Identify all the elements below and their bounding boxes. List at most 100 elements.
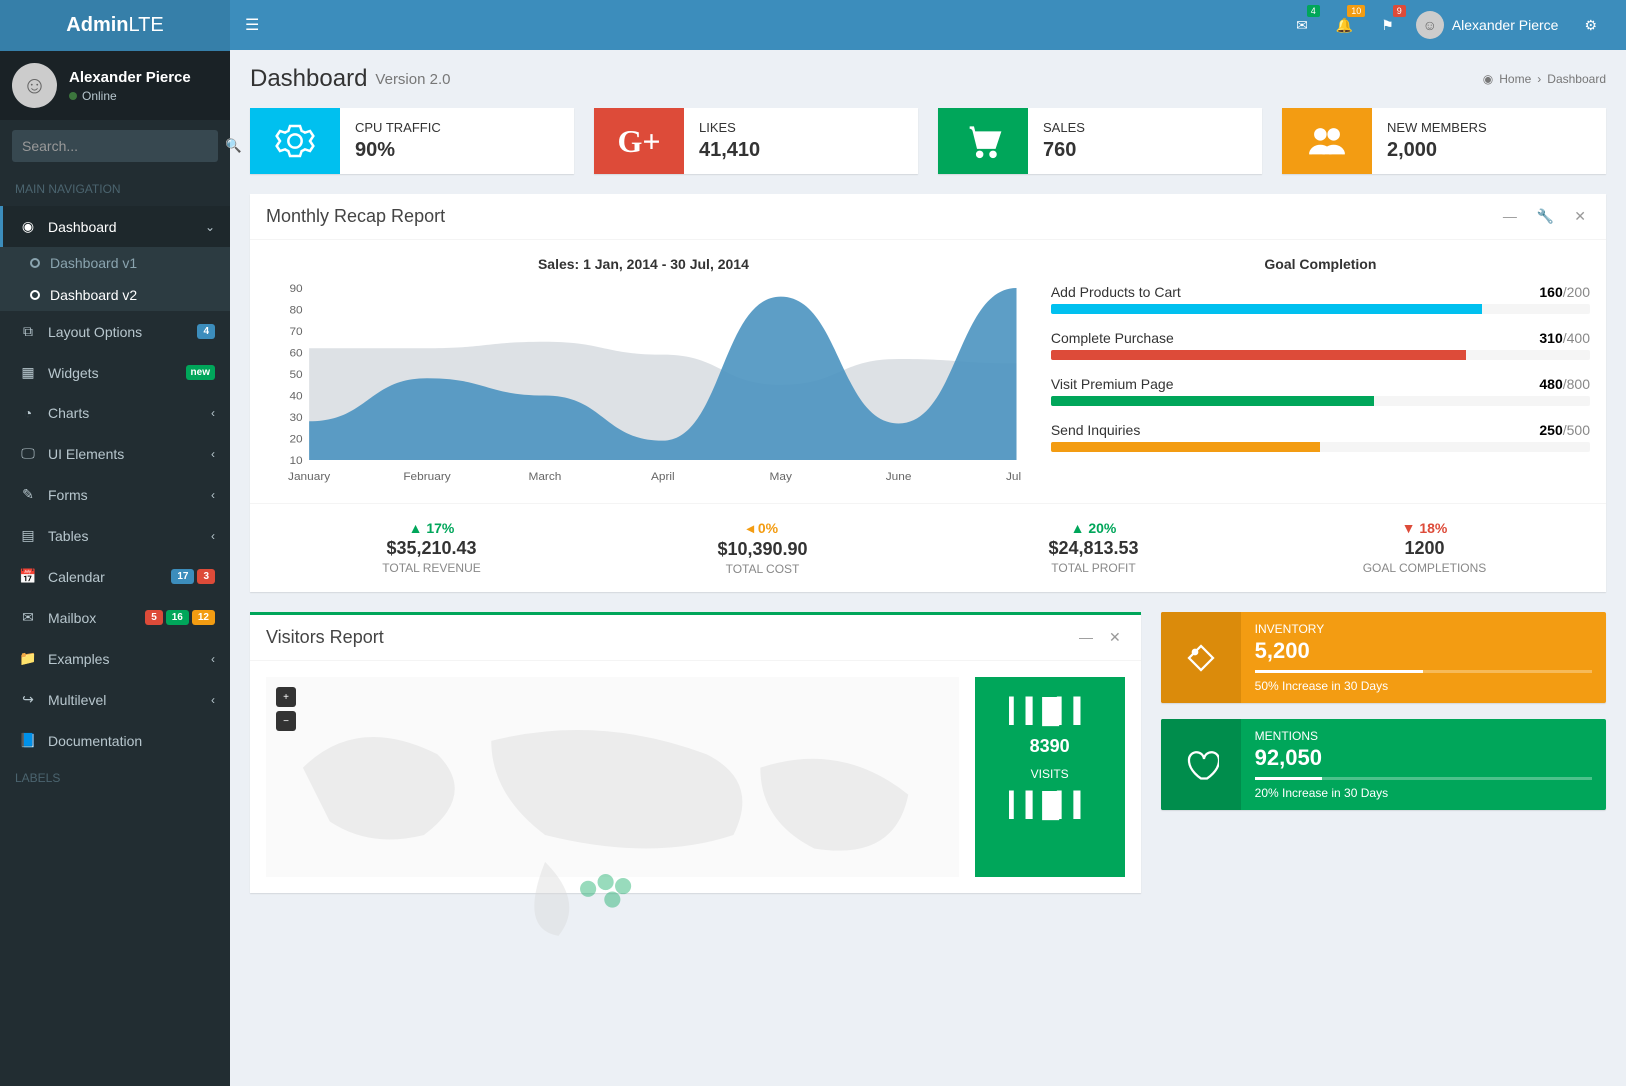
users-icon [1282, 108, 1372, 174]
small-box-icon [1161, 719, 1241, 810]
goal-value: 160 [1539, 284, 1562, 300]
page-title: Dashboard [250, 65, 367, 93]
control-sidebar-button[interactable]: ⚙ [1578, 11, 1603, 40]
sidebar-item-layout[interactable]: ⧉ Layout Options 4 [0, 311, 230, 352]
svg-text:10: 10 [289, 455, 302, 467]
goal-label: Visit Premium Page [1051, 376, 1174, 392]
brand-logo[interactable]: AdminLTE [0, 0, 230, 51]
files-icon: ⧉ [18, 323, 38, 340]
sidebar-sub-dashboard-v1[interactable]: Dashboard v1 [0, 247, 230, 279]
svg-text:90: 90 [289, 284, 302, 295]
chevron-left-icon: ‹ [211, 529, 215, 543]
goals-title: Goal Completion [1051, 256, 1590, 272]
badge: 16 [166, 610, 189, 625]
remove-button[interactable]: ✕ [1105, 627, 1125, 648]
visits-label: VISITS [1031, 767, 1069, 781]
folder-icon: 📁 [18, 650, 38, 667]
chevron-left-icon: ‹ [211, 652, 215, 666]
small-box-title: MENTIONS [1255, 729, 1592, 743]
goal-item: Add Products to Cart 160/200 [1051, 284, 1590, 314]
sidebar-item-label: Layout Options [48, 324, 197, 340]
sidebar-item-dashboard[interactable]: ◉ Dashboard ⌄ [0, 206, 230, 247]
goal-label: Add Products to Cart [1051, 284, 1181, 300]
map-stats: ▎▍█▎▍ 8390 VISITS ▎▍█▎▍ [975, 677, 1125, 877]
sidebar-item-charts[interactable]: ◔ Charts ‹ [0, 393, 230, 433]
pie-chart-icon: ◔ [18, 405, 38, 421]
sidebar-item-label: Calendar [48, 569, 171, 585]
goal-value: 310 [1539, 330, 1562, 346]
circle-icon [30, 258, 40, 268]
topbar-user-name[interactable]: Alexander Pierce [1452, 17, 1559, 33]
stat-value: 41,410 [699, 139, 760, 162]
world-map[interactable]: + − [266, 677, 959, 877]
visits-value: 8390 [1030, 736, 1070, 757]
sidebar-item-label: Forms [48, 487, 211, 503]
sidebar-item-label: Widgets [48, 365, 186, 381]
stat-likes: G+ LIKES 41,410 [594, 108, 918, 174]
svg-text:March: March [528, 471, 561, 483]
sidebar-item-tables[interactable]: ▤ Tables ‹ [0, 515, 230, 556]
sidebar-item-documentation[interactable]: 📘 Documentation [0, 720, 230, 761]
sidebar-item-label: Examples [48, 651, 211, 667]
progress-bar [1255, 670, 1592, 673]
badge: 4 [1307, 5, 1320, 17]
stat-cpu: CPU TRAFFIC90% [250, 108, 574, 174]
collapse-button[interactable]: — [1075, 627, 1097, 648]
avatar[interactable]: ☺ [12, 63, 57, 108]
page-subtitle: Version 2.0 [375, 71, 450, 88]
settings-button[interactable]: 🔧 [1529, 206, 1562, 227]
dashboard-icon: ◉ [18, 218, 38, 235]
svg-text:70: 70 [289, 326, 302, 338]
breadcrumb-home[interactable]: Home [1499, 72, 1531, 86]
svg-text:20: 20 [289, 434, 302, 446]
sidebar-item-forms[interactable]: ✎ Forms ‹ [0, 474, 230, 515]
map-svg [276, 687, 949, 956]
nav-header-main: MAIN NAVIGATION [0, 172, 230, 206]
gear-icon [250, 108, 340, 174]
progress-bar [1051, 350, 1590, 360]
small-box[interactable]: MENTIONS 92,050 20% Increase in 30 Days [1161, 719, 1606, 810]
stat-pct: ▲ 17% [266, 520, 597, 536]
stat-value: $35,210.43 [266, 538, 597, 559]
flag-icon: ⚑ [1381, 17, 1394, 33]
remove-button[interactable]: ✕ [1570, 206, 1590, 227]
menu-toggle-button[interactable]: ☰ [245, 15, 259, 35]
footer-stat: ◂ 0% $10,390.90 TOTAL COST [597, 520, 928, 576]
messages-button[interactable]: ✉4 [1290, 11, 1314, 40]
bell-icon: 🔔 [1336, 17, 1353, 33]
topbar: ☰ ✉4 🔔10 ⚑9 ☺ Alexander Pierce ⚙ [230, 0, 1626, 50]
sidebar-item-label: Mailbox [48, 610, 145, 626]
sidebar-item-widgets[interactable]: ▦ Widgets new [0, 352, 230, 393]
sidebar-item-label: Multilevel [48, 692, 211, 708]
svg-text:February: February [403, 471, 451, 483]
sidebar-item-calendar[interactable]: 📅 Calendar 17 3 [0, 556, 230, 597]
badge-new: new [186, 365, 215, 380]
stat-label: TOTAL PROFIT [928, 561, 1259, 575]
avatar[interactable]: ☺ [1416, 11, 1444, 39]
footer-stat: ▲ 17% $35,210.43 TOTAL REVENUE [266, 520, 597, 576]
progress-bar [1051, 442, 1590, 452]
svg-text:July: July [1006, 471, 1021, 483]
sidebar-item-multilevel[interactable]: ↪ Multilevel ‹ [0, 679, 230, 720]
collapse-button[interactable]: — [1499, 206, 1521, 227]
small-box[interactable]: INVENTORY 5,200 50% Increase in 30 Days [1161, 612, 1606, 703]
progress-bar [1051, 304, 1590, 314]
badge: 5 [145, 610, 163, 625]
sidebar-item-ui[interactable]: 🖵 UI Elements ‹ [0, 433, 230, 474]
goal-max: /200 [1563, 284, 1590, 300]
badge: 17 [171, 569, 194, 584]
google-plus-icon: G+ [594, 108, 684, 174]
sidebar-item-mailbox[interactable]: ✉ Mailbox 5 16 12 [0, 597, 230, 638]
sidebar-sub-dashboard-v2[interactable]: Dashboard v2 [0, 279, 230, 311]
stat-pct: ▲ 20% [928, 520, 1259, 536]
sidebar-item-examples[interactable]: 📁 Examples ‹ [0, 638, 230, 679]
bars-icon: ▎▍█▎▍ [1009, 697, 1090, 726]
stat-title: NEW MEMBERS [1387, 120, 1487, 135]
notifications-button[interactable]: 🔔10 [1330, 11, 1359, 40]
stat-value: $10,390.90 [597, 539, 928, 560]
search-input[interactable] [12, 130, 213, 162]
tasks-button[interactable]: ⚑9 [1375, 11, 1400, 40]
user-status: Online [82, 89, 117, 103]
stat-title: LIKES [699, 120, 760, 135]
breadcrumb-current: Dashboard [1547, 72, 1606, 86]
